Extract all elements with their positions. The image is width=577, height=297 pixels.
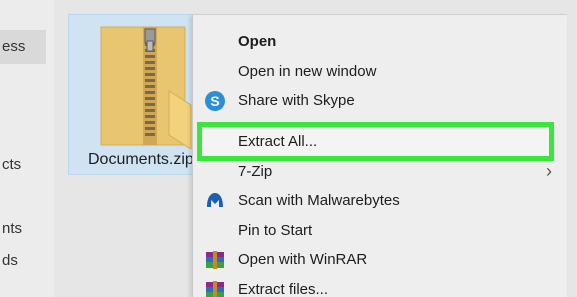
menu-item-extract-all[interactable]: Extract All...: [193, 127, 568, 156]
menu-item-pin-to-start-label: Pin to Start: [238, 222, 313, 239]
winrar-icon: [206, 251, 224, 269]
menu-item-7zip[interactable]: 7-Zip ›: [193, 157, 568, 186]
menu-item-open-label: Open: [238, 33, 277, 50]
menu-item-scan-malwarebytes[interactable]: Scan with Malwarebytes: [193, 186, 568, 215]
menu-item-scan-malwarebytes-label: Scan with Malwarebytes: [238, 192, 400, 209]
nav-item-contacts[interactable]: cts: [0, 148, 54, 182]
chevron-right-icon: ›: [546, 161, 552, 181]
zip-folder-icon: [100, 26, 192, 149]
winrar-icon: [206, 281, 224, 297]
navigation-pane: ess cts nts ds: [0, 0, 54, 297]
menu-item-open[interactable]: Open: [193, 27, 568, 56]
menu-item-share-skype-label: Share with Skype: [238, 92, 355, 109]
nav-item-quick-access[interactable]: ess: [0, 30, 46, 64]
malwarebytes-icon: [207, 193, 223, 207]
menu-item-open-winrar-label: Open with WinRAR: [238, 251, 368, 268]
menu-item-pin-to-start[interactable]: Pin to Start: [193, 216, 568, 245]
menu-item-open-winrar[interactable]: Open with WinRAR: [193, 245, 568, 274]
menu-item-extract-files-label: Extract files...: [238, 281, 329, 297]
nav-item-documents[interactable]: nts: [0, 212, 54, 246]
menu-item-open-new-window-label: Open in new window: [238, 63, 377, 80]
file-name-label: Documents.zip: [88, 151, 194, 168]
file-item-documents-zip[interactable]: Documents.zip: [68, 14, 209, 175]
nav-item-downloads[interactable]: ds: [0, 244, 54, 278]
menu-item-extract-all-label: Extract All...: [238, 133, 318, 150]
context-menu: Open Open in new window S Share with Sky…: [192, 14, 567, 297]
menu-item-extract-files[interactable]: Extract files...: [193, 275, 568, 297]
menu-item-7zip-label: 7-Zip: [238, 163, 273, 180]
skype-icon: S: [205, 91, 225, 111]
menu-item-share-skype[interactable]: S Share with Skype: [193, 86, 568, 115]
menu-item-open-new-window[interactable]: Open in new window: [193, 57, 568, 86]
